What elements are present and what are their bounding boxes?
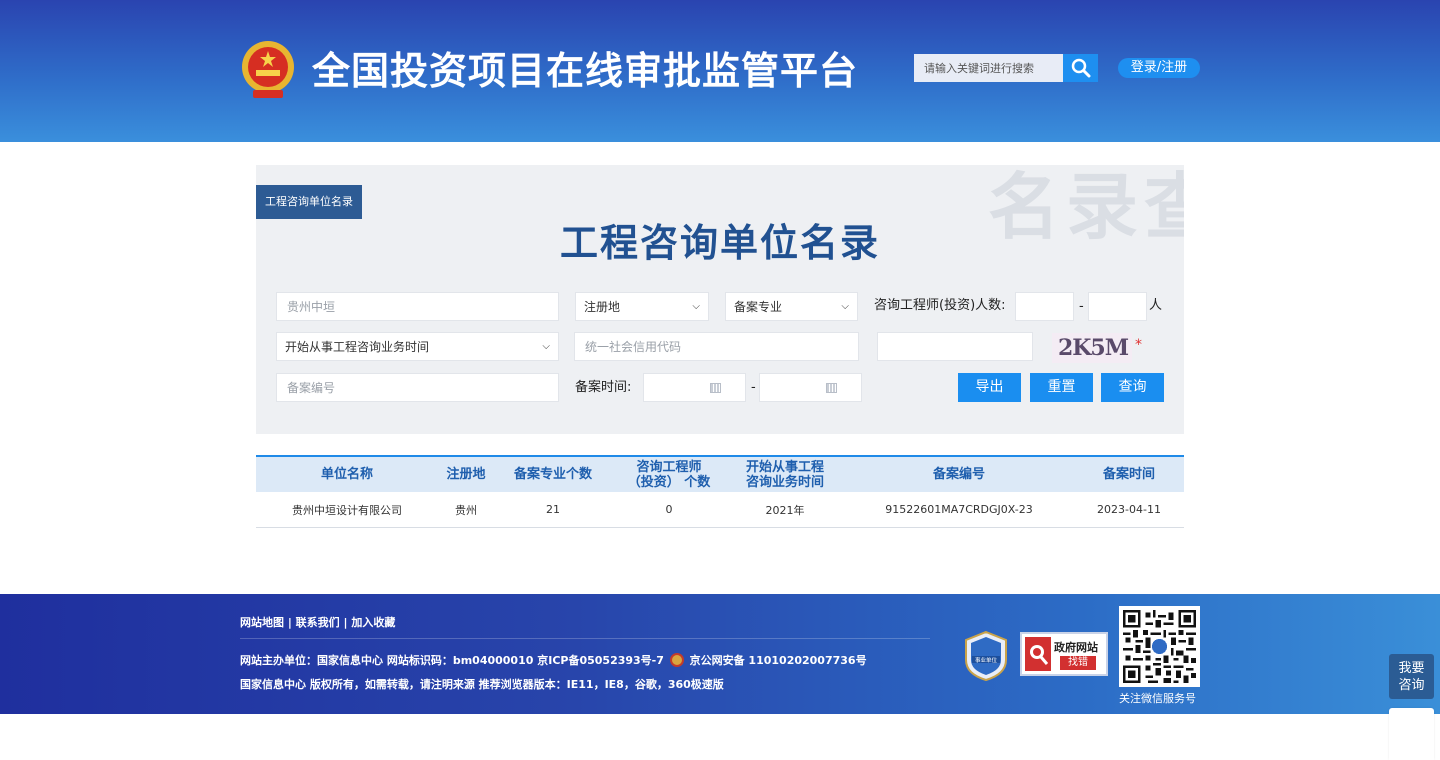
column-header: 备案专业个数 — [513, 467, 592, 482]
national-emblem-icon — [242, 41, 294, 98]
specialty-select-value: 备案专业 — [734, 300, 783, 314]
wechat-qr-code — [1119, 606, 1200, 687]
query-button[interactable]: 查询 — [1101, 373, 1164, 402]
gov-find-sub: 找错 — [1060, 656, 1096, 670]
specialty-select[interactable]: 备案专业 ⌵ — [725, 292, 858, 321]
gov-find-title: 政府网站 — [1054, 641, 1098, 654]
start-time-select[interactable]: 开始从事工程咨询业务时间 ⌵ — [276, 332, 559, 361]
required-mark: * — [1135, 337, 1142, 353]
region-select-value: 注册地 — [584, 300, 621, 314]
cell-record-date: 2023-04-11 — [1097, 503, 1161, 516]
police-badge-icon — [669, 653, 684, 667]
gov-website-error-report[interactable]: 政府网站 找错 — [1020, 632, 1108, 676]
record-number-input[interactable] — [276, 373, 559, 402]
range-dash: - — [1079, 299, 1084, 314]
cell-region: 贵州 — [455, 503, 477, 517]
search-panel: 名录查询 工程咨询单位名录 工程咨询单位名录 注册地 ⌵ 备案专业 ⌵ 咨询工程… — [256, 165, 1184, 434]
chevron-down-icon: ⌵ — [692, 301, 700, 312]
column-header: 备案时间 — [1102, 467, 1155, 482]
engineer-count-max-input[interactable] — [1088, 292, 1147, 321]
search-button[interactable] — [1063, 54, 1098, 82]
cell-specialty-count: 21 — [546, 503, 560, 516]
login-register-button[interactable]: 登录/注册 — [1118, 58, 1200, 78]
site-header: 全国投资项目在线审批监管平台 登录/注册 — [0, 0, 1440, 142]
export-button[interactable]: 导出 — [958, 373, 1021, 402]
institution-badge-icon[interactable]: 事业单位 — [964, 630, 1008, 682]
column-header: 咨询工程师 （投资） 个数 — [627, 459, 711, 490]
people-unit-label: 人 — [1149, 298, 1163, 313]
site-footer: 网站地图 | 联系我们 | 加入收藏 网站主办单位：国家信息中心 网站标识码：b… — [0, 594, 1440, 714]
panel-tab[interactable]: 工程咨询单位名录 — [256, 185, 362, 219]
magnifier-icon — [1025, 637, 1051, 671]
record-time-label: 备案时间: — [575, 380, 632, 395]
calendar-icon — [710, 383, 721, 393]
company-name-input[interactable] — [276, 292, 559, 321]
cell-record-number: 91522601MA7CRDGJ0X-23 — [885, 503, 1033, 516]
site-title: 全国投资项目在线审批监管平台 — [312, 49, 859, 93]
credit-code-input[interactable] — [574, 332, 859, 361]
column-header: 开始从事工程 咨询业务时间 — [745, 459, 824, 490]
footer-copyright: 国家信息中心 版权所有，如需转载，请注明来源 推荐浏览器版本：IE11，IE8，… — [240, 678, 724, 691]
panel-heading: 工程咨询单位名录 — [559, 221, 880, 265]
floating-side-tab[interactable] — [1389, 708, 1434, 760]
footer-divider — [240, 638, 930, 639]
table-header: 单位名称 注册地 备案专业个数 咨询工程师 （投资） 个数 开始从事工程 咨询业… — [256, 455, 1184, 492]
cell-company-name[interactable]: 贵州中垣设计有限公司 — [256, 502, 438, 518]
column-header: 备案编号 — [932, 467, 985, 482]
chevron-down-icon: ⌵ — [841, 301, 849, 312]
search-input[interactable] — [914, 54, 1064, 82]
date-range-dash: - — [751, 380, 756, 395]
column-header: 单位名称 — [320, 467, 373, 482]
qr-code-icon — [1123, 610, 1196, 683]
column-header: 注册地 — [446, 467, 486, 482]
badge-text: 事业单位 — [975, 656, 998, 664]
chevron-down-icon: ⌵ — [542, 341, 550, 352]
qr-caption: 关注微信服务号 — [1119, 692, 1196, 705]
captcha-image[interactable]: 2K5M — [1052, 333, 1132, 363]
record-date-start-input[interactable] — [643, 373, 746, 402]
results-table: 单位名称 注册地 备案专业个数 咨询工程师 （投资） 个数 开始从事工程 咨询业… — [256, 455, 1184, 528]
captcha-input[interactable] — [877, 332, 1033, 361]
engineer-count-min-input[interactable] — [1015, 292, 1074, 321]
start-time-select-value: 开始从事工程咨询业务时间 — [285, 340, 430, 354]
calendar-icon — [826, 383, 837, 393]
reset-button[interactable]: 重置 — [1030, 373, 1093, 402]
footer-links[interactable]: 网站地图 | 联系我们 | 加入收藏 — [240, 614, 395, 630]
table-row[interactable]: 贵州中垣设计有限公司 贵州 21 0 2021年 91522601MA7CRDG… — [256, 492, 1184, 528]
engineer-count-label: 咨询工程师(投资)人数: — [874, 298, 1006, 313]
record-date-end-input[interactable] — [759, 373, 862, 402]
region-select[interactable]: 注册地 ⌵ — [575, 292, 709, 321]
footer-host-text: 网站主办单位：国家信息中心 网站标识码：bm04000010 京ICP备0505… — [240, 654, 664, 667]
consult-button[interactable]: 我要 咨询 — [1389, 654, 1434, 699]
search-icon — [1071, 58, 1090, 78]
footer-police-record[interactable]: 京公网安备 11010202007736号 — [690, 654, 867, 667]
cell-start-year: 2021年 — [765, 503, 805, 517]
footer-host-info: 网站主办单位：国家信息中心 网站标识码：bm04000010 京ICP备0505… — [240, 652, 867, 668]
cell-engineer-count: 0 — [665, 503, 673, 516]
